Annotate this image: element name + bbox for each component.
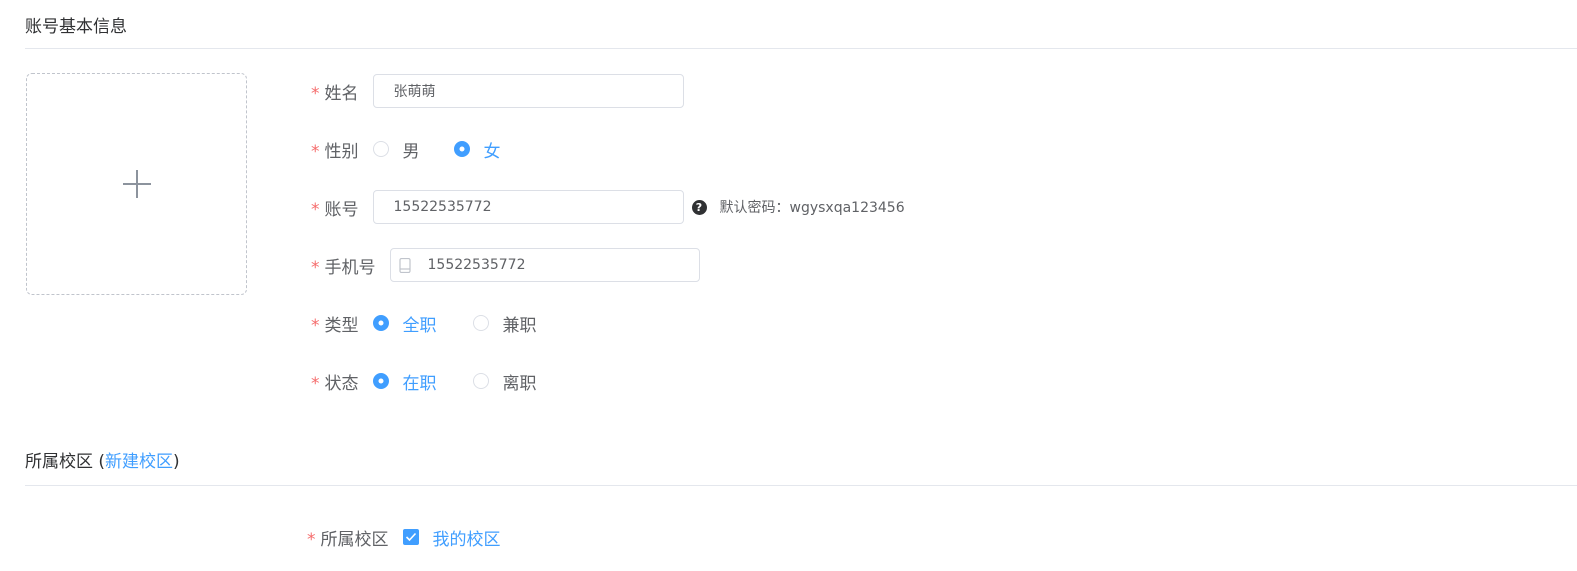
type-radio-fulltime[interactable]: 全职 bbox=[372, 311, 437, 336]
form-row-type: * 类型 全职 兼职 bbox=[311, 305, 537, 341]
name-label: * 姓名 bbox=[311, 83, 359, 104]
type-label: * 类型 bbox=[311, 315, 359, 336]
radio-circle[interactable] bbox=[472, 315, 489, 331]
status-label: * 状态 bbox=[311, 373, 359, 394]
new-campus-link[interactable]: 新建校区 bbox=[105, 452, 173, 472]
gender-label: * 性别 bbox=[311, 141, 359, 162]
question-circle-icon[interactable]: ? bbox=[691, 199, 707, 215]
account-input-value: 15522535772 bbox=[393, 199, 492, 215]
type-radio-parttime[interactable]: 兼职 bbox=[472, 311, 537, 336]
form-row-status: * 状态 在职 离职 bbox=[311, 363, 537, 399]
form-row-gender: * 性别 男 女 bbox=[311, 131, 501, 167]
account-input[interactable]: 15522535772 bbox=[372, 190, 684, 224]
mobile-phone-icon bbox=[398, 257, 411, 273]
campus-checkbox[interactable] bbox=[402, 529, 419, 545]
account-label: * 账号 bbox=[311, 199, 359, 220]
phone-input-value: 15522535772 bbox=[427, 257, 526, 273]
gender-radio-group: 男 女 bbox=[372, 137, 501, 162]
form-row-campus: * 所属校区 我的校区 bbox=[307, 519, 501, 555]
radio-circle[interactable] bbox=[372, 373, 389, 389]
status-radio-resigned[interactable]: 离职 bbox=[472, 369, 537, 394]
section-divider bbox=[25, 485, 1577, 486]
required-mark: * bbox=[311, 141, 320, 162]
name-input[interactable]: 张萌萌 bbox=[372, 74, 684, 108]
campus-label: * 所属校区 bbox=[307, 529, 389, 550]
name-input-value: 张萌萌 bbox=[393, 84, 436, 100]
phone-label: * 手机号 bbox=[311, 257, 376, 278]
gender-radio-male[interactable]: 男 bbox=[372, 137, 420, 162]
section-divider bbox=[25, 48, 1577, 49]
type-radio-group: 全职 兼职 bbox=[372, 311, 537, 336]
check-icon bbox=[405, 532, 416, 542]
form-row-phone: * 手机号 15522535772 bbox=[311, 247, 700, 283]
plus-icon bbox=[122, 170, 151, 198]
required-mark: * bbox=[311, 315, 320, 336]
form-row-account: * 账号 15522535772 ? 默认密码：wgysxqa123456 bbox=[311, 189, 905, 225]
section-title-basic-info: 账号基本信息 bbox=[25, 17, 127, 37]
section-title-campus: 所属校区 (新建校区) bbox=[25, 452, 180, 472]
required-mark: * bbox=[311, 199, 320, 220]
status-radio-active[interactable]: 在职 bbox=[372, 369, 437, 394]
phone-input[interactable]: 15522535772 bbox=[389, 248, 700, 282]
avatar-uploader[interactable] bbox=[26, 73, 247, 295]
required-mark: * bbox=[307, 529, 316, 550]
radio-circle[interactable] bbox=[372, 315, 389, 331]
required-mark: * bbox=[311, 257, 320, 278]
form-row-name: * 姓名 张萌萌 bbox=[311, 73, 684, 109]
status-radio-group: 在职 离职 bbox=[372, 369, 537, 394]
radio-circle[interactable] bbox=[453, 141, 470, 157]
campus-checkbox-label[interactable]: 我的校区 bbox=[433, 525, 501, 550]
required-mark: * bbox=[311, 83, 320, 104]
radio-circle[interactable] bbox=[372, 141, 389, 157]
gender-radio-female[interactable]: 女 bbox=[453, 137, 501, 162]
required-mark: * bbox=[311, 373, 320, 394]
default-password-hint: 默认密码：wgysxqa123456 bbox=[719, 200, 905, 216]
radio-circle[interactable] bbox=[472, 373, 489, 389]
